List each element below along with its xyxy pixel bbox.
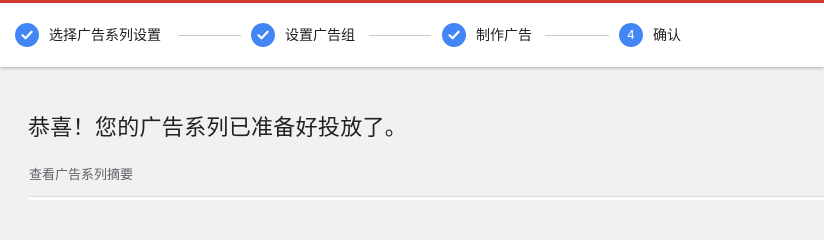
page-title: 恭喜！您的广告系列已准备好投放了。	[28, 116, 408, 141]
step-connector	[369, 35, 431, 36]
check-icon	[251, 23, 275, 47]
step-number-badge: 4	[619, 23, 643, 47]
campaign-summary-card	[29, 196, 824, 200]
step-label: 制作广告	[476, 28, 532, 44]
summary-caption: 查看广告系列摘要	[29, 168, 134, 183]
step-create-ad[interactable]: 制作广告	[442, 22, 532, 48]
step-connector	[545, 35, 609, 36]
step-number: 4	[627, 28, 635, 42]
step-label: 确认	[653, 28, 681, 44]
step-campaign-settings[interactable]: 选择广告系列设置	[15, 22, 161, 48]
progress-stepper: 选择广告系列设置 设置广告组 制作广告 4 确认	[0, 3, 824, 67]
step-label: 设置广告组	[285, 28, 355, 44]
step-label: 选择广告系列设置	[49, 28, 161, 44]
check-icon	[442, 23, 466, 47]
step-confirm[interactable]: 4 确认	[619, 22, 681, 48]
step-ad-group[interactable]: 设置广告组	[251, 22, 355, 48]
step-connector	[178, 35, 241, 36]
check-icon	[15, 23, 39, 47]
